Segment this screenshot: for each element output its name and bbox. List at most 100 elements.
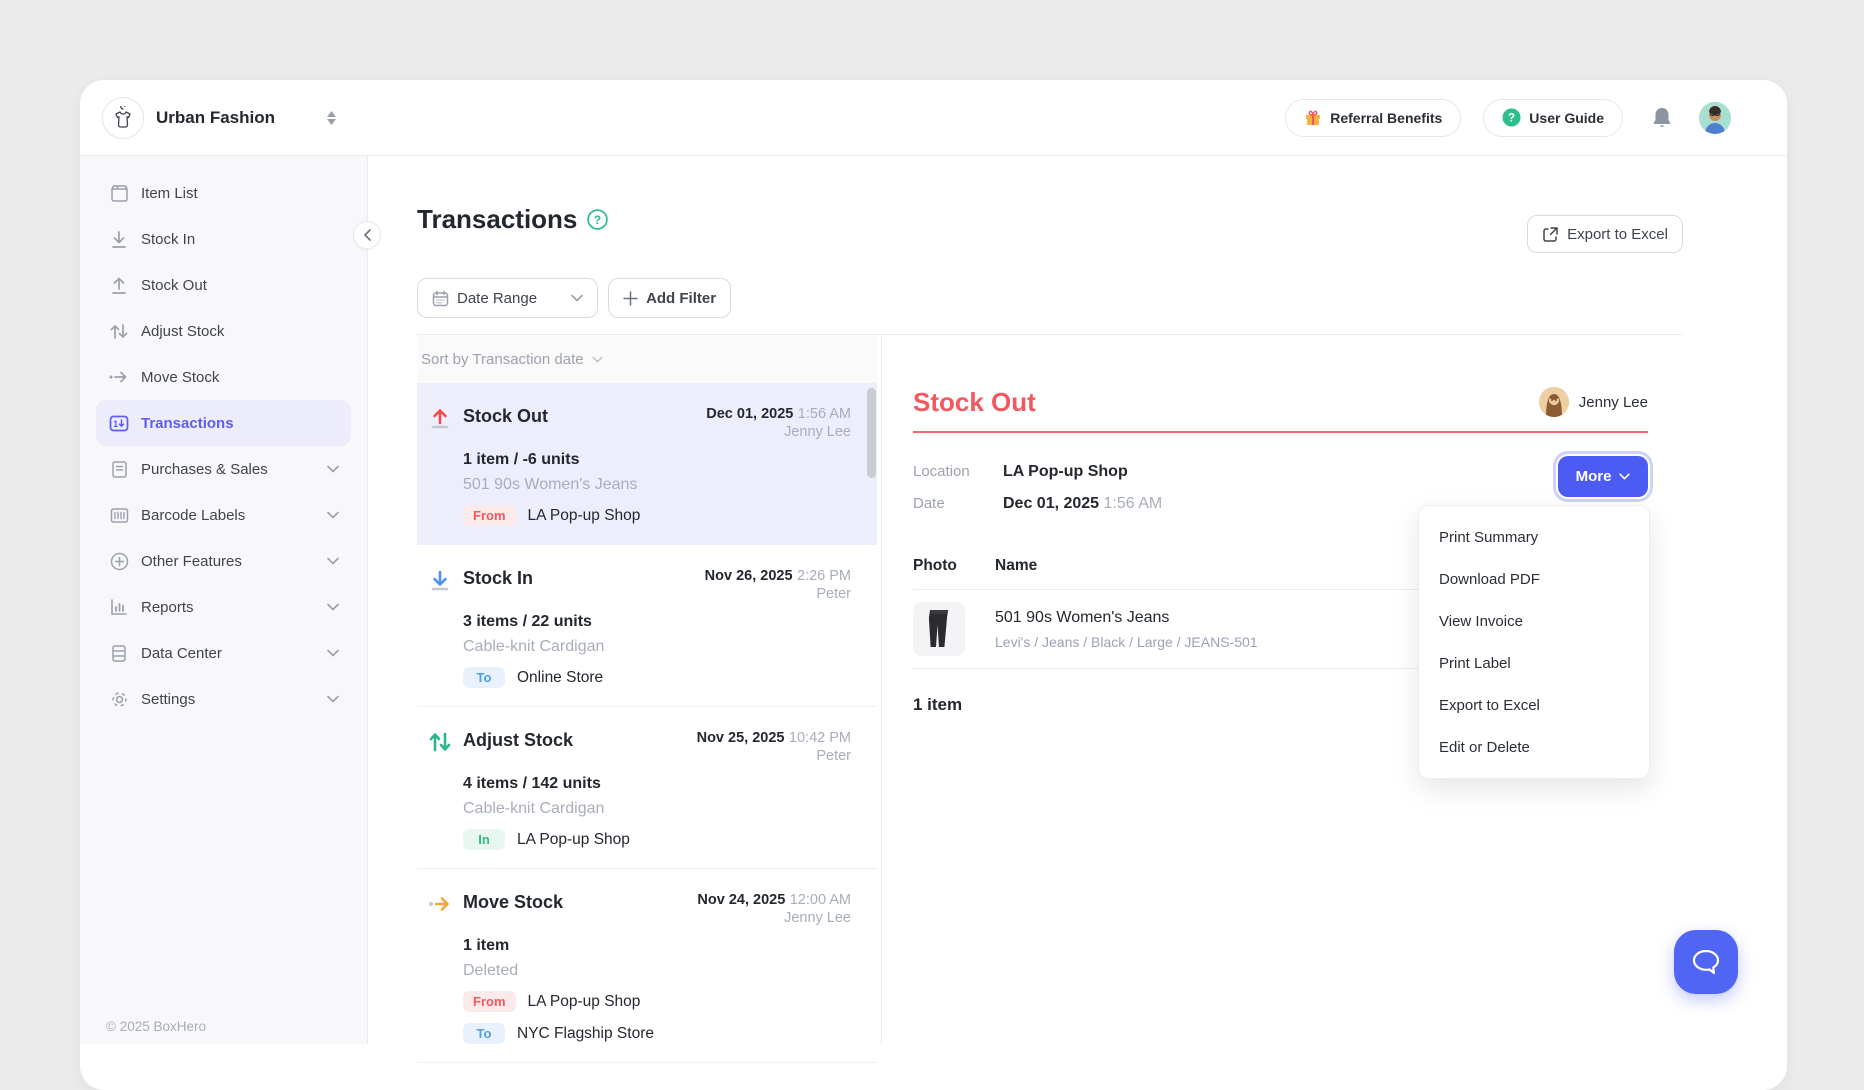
from-badge: From	[463, 505, 516, 526]
chat-bubble-icon	[1691, 948, 1721, 976]
transaction-type: Move Stock	[463, 891, 697, 913]
chevron-down-icon	[327, 649, 339, 657]
transaction-date: Dec 01, 2025	[706, 406, 793, 422]
sidebar-item-data-center[interactable]: Data Center	[96, 630, 351, 676]
sidebar-item-item-list[interactable]: Item List	[96, 170, 351, 216]
transaction-type: Stock Out	[463, 405, 706, 427]
sidebar-item-adjust-stock[interactable]: Adjust Stock	[96, 308, 351, 354]
company-name: Urban Fashion	[156, 108, 275, 128]
transaction-summary: 1 item	[463, 937, 851, 955]
help-icon[interactable]: ?	[587, 209, 608, 230]
transaction-card-move-stock[interactable]: Move Stock Nov 24, 2025 12:00 AM Jenny L…	[417, 869, 877, 1063]
sidebar-collapse-button[interactable]	[353, 221, 381, 249]
sort-by-label: Sort by Transaction date	[421, 351, 584, 368]
transaction-type: Adjust Stock	[463, 729, 697, 751]
transaction-type: Stock In	[463, 567, 705, 589]
sidebar-item-settings[interactable]: Settings	[96, 676, 351, 722]
location-value: Online Store	[517, 669, 603, 687]
sidebar: Item List Stock In Stock Out Adjust Stoc…	[80, 156, 368, 1044]
transaction-item: 501 90s Women's Jeans	[463, 476, 851, 494]
menu-item-export-to-excel[interactable]: Export to Excel	[1419, 684, 1649, 726]
transaction-summary: 4 items / 142 units	[463, 775, 851, 793]
stock-in-icon	[108, 228, 130, 250]
menu-item-view-invoice[interactable]: View Invoice	[1419, 600, 1649, 642]
chevron-down-icon	[327, 603, 339, 611]
item-attributes: Levi's / Jeans / Black / Large / JEANS-5…	[995, 634, 1258, 650]
detail-user-name: Jenny Lee	[1579, 394, 1648, 411]
transaction-user: Jenny Lee	[706, 423, 851, 441]
main-content: Transactions ? Export to Excel	[368, 156, 1787, 1044]
sort-by-dropdown[interactable]: Sort by Transaction date	[417, 335, 877, 383]
jeans-image	[925, 609, 953, 649]
referral-benefits-button[interactable]: Referral Benefits	[1285, 99, 1461, 137]
plus-circle-icon	[108, 550, 130, 572]
sidebar-item-reports[interactable]: Reports	[96, 584, 351, 630]
sidebar-item-label: Stock Out	[141, 277, 339, 294]
user-guide-button[interactable]: ? User Guide	[1483, 99, 1623, 137]
list-scrollbar[interactable]	[867, 388, 876, 478]
transaction-card-adjust-stock[interactable]: Adjust Stock Nov 25, 2025 10:42 PM Peter…	[417, 707, 877, 869]
transaction-card-stock-out[interactable]: Stock Out Dec 01, 2025 1:56 AM Jenny Lee…	[417, 383, 877, 545]
chevron-down-icon	[1619, 473, 1630, 480]
plus-icon	[623, 291, 638, 306]
purchases-sales-icon	[108, 458, 130, 480]
chevron-down-icon	[592, 356, 603, 363]
from-badge: From	[463, 991, 516, 1012]
more-button[interactable]: More	[1558, 456, 1648, 497]
time-value: 1:56 AM	[1104, 495, 1163, 512]
gift-icon	[1304, 109, 1322, 127]
page-title: Transactions	[417, 204, 577, 235]
date-range-filter-button[interactable]: Date Range	[417, 278, 598, 318]
move-stock-icon	[108, 366, 130, 388]
date-range-label: Date Range	[457, 290, 537, 307]
gear-icon	[108, 688, 130, 710]
menu-item-print-summary[interactable]: Print Summary	[1419, 516, 1649, 558]
transaction-list: Sort by Transaction date Stock Out Dec 0…	[417, 335, 877, 1044]
menu-item-edit-or-delete[interactable]: Edit or Delete	[1419, 726, 1649, 768]
chat-support-button[interactable]	[1674, 930, 1738, 994]
transaction-card-stock-in[interactable]: Stock In Nov 26, 2025 2:26 PM Peter 3 it…	[417, 545, 877, 707]
sidebar-item-purchases-sales[interactable]: Purchases & Sales	[96, 446, 351, 492]
menu-item-download-pdf[interactable]: Download PDF	[1419, 558, 1649, 600]
name-column-header: Name	[995, 557, 1037, 575]
sidebar-item-stock-in[interactable]: Stock In	[96, 216, 351, 262]
transaction-summary: 3 items / 22 units	[463, 613, 851, 631]
transaction-user: Jenny Lee	[697, 909, 851, 927]
svg-text:?: ?	[594, 213, 601, 227]
sidebar-item-label: Reports	[141, 599, 316, 616]
menu-item-print-label[interactable]: Print Label	[1419, 642, 1649, 684]
chevron-down-icon	[327, 465, 339, 473]
location-value: LA Pop-up Shop	[528, 993, 641, 1011]
sidebar-item-stock-out[interactable]: Stock Out	[96, 262, 351, 308]
export-to-excel-label: Export to Excel	[1567, 226, 1668, 243]
sidebar-item-other-features[interactable]: Other Features	[96, 538, 351, 584]
stock-in-icon	[428, 568, 452, 592]
sidebar-item-move-stock[interactable]: Move Stock	[96, 354, 351, 400]
transaction-user: Peter	[705, 585, 851, 603]
chevron-down-icon	[327, 511, 339, 519]
company-switcher-icon[interactable]	[327, 111, 336, 125]
svg-text:?: ?	[1508, 113, 1515, 125]
in-badge: In	[463, 829, 505, 850]
sidebar-item-transactions[interactable]: 1 Transactions	[96, 400, 351, 446]
to-badge: To	[463, 1023, 505, 1044]
notifications-bell-icon[interactable]	[1651, 106, 1673, 130]
user-avatar[interactable]	[1699, 102, 1731, 134]
transaction-date: Nov 25, 2025	[697, 730, 785, 746]
company-logo[interactable]	[102, 97, 144, 139]
more-dropdown-menu: Print Summary Download PDF View Invoice …	[1418, 505, 1650, 779]
date-label: Date	[913, 493, 1003, 515]
add-filter-label: Add Filter	[646, 290, 716, 307]
sidebar-item-label: Transactions	[141, 415, 339, 432]
transaction-user: Peter	[697, 747, 851, 765]
app-window: Urban Fashion Referral Benefits ? User G…	[80, 80, 1787, 1090]
calendar-icon	[432, 290, 449, 307]
sidebar-item-label: Move Stock	[141, 369, 339, 386]
sidebar-item-label: Barcode Labels	[141, 507, 316, 524]
transaction-time: 12:00 AM	[790, 892, 851, 908]
add-filter-button[interactable]: Add Filter	[608, 278, 731, 318]
export-to-excel-button[interactable]: Export to Excel	[1527, 215, 1683, 253]
transaction-time: 2:26 PM	[797, 568, 851, 584]
sidebar-item-barcode-labels[interactable]: Barcode Labels	[96, 492, 351, 538]
sidebar-item-label: Data Center	[141, 645, 316, 662]
